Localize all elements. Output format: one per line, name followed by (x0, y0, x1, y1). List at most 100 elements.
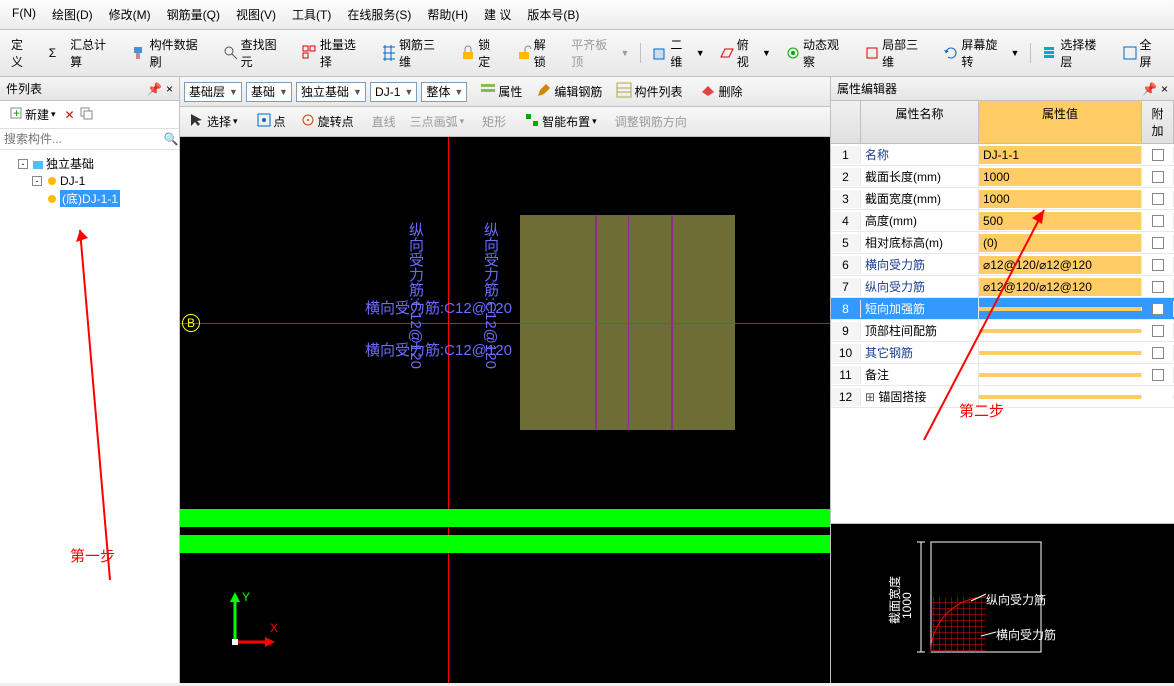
search-icon[interactable]: 🔍 (163, 132, 179, 146)
menu-draw[interactable]: 绘图(D) (48, 4, 97, 25)
prop-row-11[interactable]: 11备注 (831, 364, 1174, 386)
checkbox[interactable] (1152, 215, 1164, 227)
menu-online[interactable]: 在线服务(S) (343, 4, 415, 25)
delete-button[interactable]: 删除 (695, 80, 747, 103)
cube-icon (652, 45, 668, 61)
checkbox[interactable] (1152, 281, 1164, 293)
table-icon (616, 82, 632, 101)
eraser-icon (700, 82, 716, 101)
prop-header-row: 属性名称 属性值 附加 (831, 101, 1174, 144)
pin-icon[interactable]: 📌 (1142, 82, 1157, 96)
layer-combo[interactable]: 基础层▼ (184, 82, 242, 102)
tree-root[interactable]: - 独立基础 (4, 154, 175, 173)
new-button[interactable]: + 新建▾ (4, 104, 61, 125)
rebar3d-button[interactable]: 钢筋三维 (376, 33, 451, 73)
close-icon[interactable]: × (166, 82, 173, 96)
checkbox[interactable] (1152, 325, 1164, 337)
lock-icon (460, 45, 476, 61)
unlock-button[interactable]: 解锁 (511, 33, 563, 73)
copy-icon[interactable] (79, 106, 93, 123)
batch-button[interactable]: 批量选择 (297, 33, 372, 73)
define-button[interactable]: 定义 (6, 33, 40, 73)
checkbox[interactable] (1152, 347, 1164, 359)
adjdir-button: 调整钢筋方向 (610, 111, 692, 132)
folder-icon (32, 158, 44, 170)
prop-row-7[interactable]: 7纵向受力筋⌀12@120/⌀12@120 (831, 276, 1174, 298)
checkbox[interactable] (1152, 193, 1164, 205)
rect-button: 矩形 (477, 111, 511, 132)
sigma-button[interactable]: Σ (44, 43, 61, 63)
complist-button[interactable]: 构件列表 (611, 80, 687, 103)
collapse-icon[interactable]: - (18, 159, 28, 169)
prop-row-5[interactable]: 5相对底标高(m)(0) (831, 232, 1174, 254)
type-combo[interactable]: 独立基础▼ (296, 82, 366, 102)
menu-rebar[interactable]: 钢筋量(Q) (163, 4, 224, 25)
prop-row-9[interactable]: 9顶部柱间配筋 (831, 320, 1174, 342)
green-band-2 (180, 535, 830, 553)
summary-button[interactable]: 汇总计算 (65, 33, 122, 73)
collapse-icon[interactable]: - (32, 176, 42, 186)
menu-suggest[interactable]: 建 议 (480, 4, 515, 25)
prop-row-10[interactable]: 10其它钢筋 (831, 342, 1174, 364)
line-button: 直线 (367, 111, 401, 132)
menu-modify[interactable]: 修改(M) (105, 4, 155, 25)
point-button[interactable]: 点 (251, 110, 291, 133)
comp-combo[interactable]: DJ-1▼ (370, 82, 417, 102)
main-area: 件列表 📌 × + 新建▾ ✕ 🔍 - 独立基础 - (0, 77, 1174, 683)
tree-node-dj1-1[interactable]: (底)DJ-1-1 (4, 189, 175, 208)
checkbox[interactable] (1152, 303, 1164, 315)
menu-tools[interactable]: 工具(T) (288, 4, 335, 25)
align-button: 平齐板顶▼ (566, 33, 634, 73)
grid-icon (381, 45, 397, 61)
tree-node-dj1[interactable]: - DJ-1 (4, 173, 175, 189)
persp-button[interactable]: 俯视▼ (714, 33, 776, 73)
close-icon[interactable]: × (1161, 82, 1168, 96)
dynview-button[interactable]: 动态观察 (780, 33, 855, 73)
rotate-icon (943, 45, 959, 61)
menu-file[interactable]: F(N) (8, 4, 40, 25)
checkbox[interactable] (1152, 237, 1164, 249)
pin-icon[interactable]: 📌 (147, 82, 162, 96)
rotpoint-button[interactable]: 旋转点 (295, 110, 359, 133)
delete-icon[interactable]: ✕ (65, 108, 75, 122)
brush-button[interactable]: 构件数据刷 (127, 33, 214, 73)
smart-button[interactable]: 智能布置▾ (519, 110, 602, 133)
select-button[interactable]: 选择▾ (184, 110, 243, 133)
lock-button[interactable]: 锁定 (455, 33, 507, 73)
dim2d-button[interactable]: 二维▼ (647, 33, 709, 73)
v-rebar-label-1: 纵向受力筋:C12@120 (405, 222, 426, 369)
find-button[interactable]: 查找图元 (218, 33, 293, 73)
checkbox[interactable] (1152, 149, 1164, 161)
batch-icon (302, 45, 318, 61)
drawing-canvas[interactable]: B 横向受力筋:C12@120 横向受力筋:C12@120 纵向受力筋:C12@… (180, 137, 830, 683)
menu-view[interactable]: 视图(V) (232, 4, 280, 25)
menu-version[interactable]: 版本号(B) (523, 4, 583, 25)
prop-panel-header: 属性编辑器 📌 × (831, 77, 1174, 101)
attr-button[interactable]: 属性 (475, 80, 527, 103)
cat-combo[interactable]: 基础▼ (246, 82, 292, 102)
screenrot-button[interactable]: 屏幕旋转▼ (938, 33, 1024, 73)
prop-row-4[interactable]: 4高度(mm)500 (831, 210, 1174, 232)
find-icon (223, 45, 239, 61)
editrebar-button[interactable]: 编辑钢筋 (531, 80, 607, 103)
layers-icon (1042, 45, 1058, 61)
checkbox[interactable] (1152, 369, 1164, 381)
arrow-step1 (60, 220, 120, 590)
prop-row-1[interactable]: 1名称DJ-1-1 (831, 144, 1174, 166)
prop-row-3[interactable]: 3截面宽度(mm)1000 (831, 188, 1174, 210)
gridline-v (448, 137, 449, 683)
local3d-button[interactable]: 局部三维 (859, 33, 934, 73)
v-rebar-label-2: 纵向受力筋:C12@120 (480, 222, 501, 369)
green-band-1 (180, 509, 830, 527)
checkbox[interactable] (1152, 259, 1164, 271)
prop-row-8[interactable]: 8短向加强筋 (831, 298, 1174, 320)
gear-icon (46, 175, 58, 187)
search-input[interactable] (0, 129, 163, 149)
checkbox[interactable] (1152, 171, 1164, 183)
fullscreen-button[interactable]: 全屏 (1117, 33, 1169, 73)
prop-row-2[interactable]: 2截面长度(mm)1000 (831, 166, 1174, 188)
menu-help[interactable]: 帮助(H) (423, 4, 472, 25)
mode-combo[interactable]: 整体▼ (421, 82, 467, 102)
prop-row-6[interactable]: 6横向受力筋⌀12@120/⌀12@120 (831, 254, 1174, 276)
selfloor-button[interactable]: 选择楼层 (1037, 33, 1112, 73)
